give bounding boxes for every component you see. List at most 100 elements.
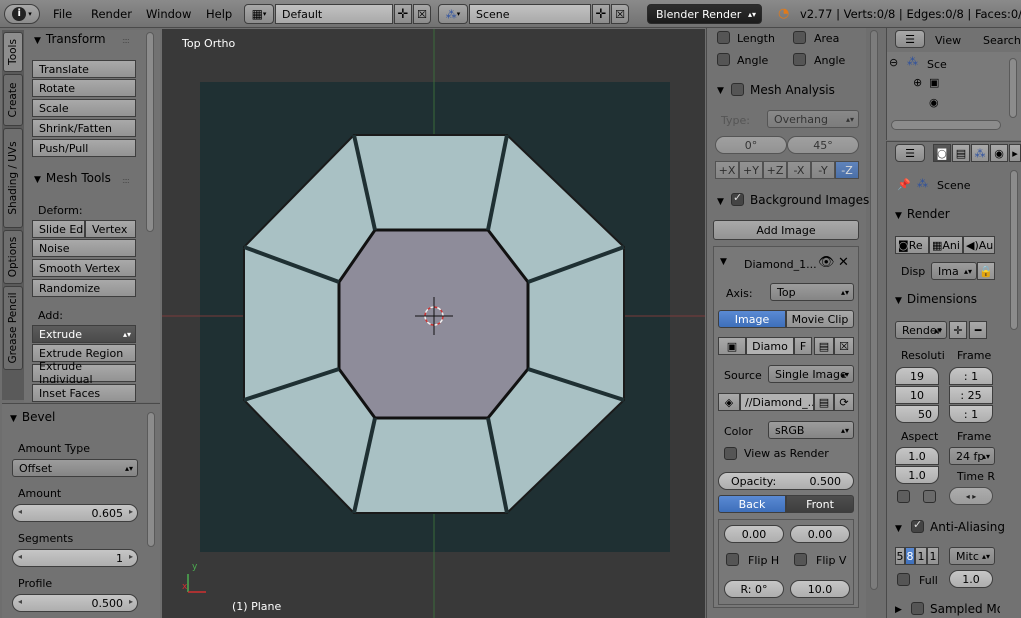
menu-help[interactable]: Help [206,7,232,21]
menu-file[interactable]: File [53,7,72,21]
layout-name-field[interactable]: Default [275,4,393,24]
n-panel-scrollbar[interactable] [870,30,878,590]
border-checkbox[interactable] [923,490,936,503]
front-button[interactable]: Front [786,495,854,513]
display-mode-select[interactable]: Ima ▴▾ [931,262,977,280]
search-menu[interactable]: Search [983,34,1021,47]
flip-v-checkbox[interactable] [794,553,807,566]
menu-render[interactable]: Render [91,7,132,21]
render-layers-tab-icon[interactable]: ▤ [952,144,970,162]
arrow-left-icon[interactable]: ◂ [18,597,22,606]
open-folder-icon[interactable]: ▤ [814,393,834,411]
pin-icon[interactable]: 📌 [897,178,911,191]
render-engine-select[interactable]: Blender Render ▴▾ [647,4,762,24]
aa-samples-11[interactable]: 1 [915,547,927,565]
view-menu[interactable]: View [935,34,961,47]
rotate-button[interactable]: Rotate [32,79,136,97]
size-field[interactable]: 10.0 [790,580,850,598]
mesh-analysis-header[interactable]: ▼ [717,82,729,96]
aa-samples-5[interactable]: 5 [895,547,905,565]
file-icon[interactable]: ◈ [718,393,740,411]
scene-icon-button[interactable]: ⁂ ▾ [438,4,468,24]
reload-icon[interactable]: ⟳ [834,393,854,411]
face-angle-checkbox[interactable] [793,53,806,66]
smooth-vertex-button[interactable]: Smooth Vertex [32,259,136,277]
expand-icon[interactable]: ⊕ [913,76,922,89]
frame-end-field[interactable]: : 25 [949,386,993,404]
mesh-analysis-checkbox[interactable] [731,83,744,96]
full-sample-checkbox[interactable] [897,573,910,586]
angle-max-field[interactable]: 45° [787,136,859,154]
shrink-fatten-button[interactable]: Shrink/Fatten [32,119,136,137]
arrow-right-icon[interactable]: ▸ [129,552,133,561]
remove-layout-button[interactable]: ☒ [413,4,431,24]
render-animation-button[interactable]: ▦ Ani [929,236,963,254]
add-scene-button[interactable]: ✛ [592,4,610,24]
extrude-menu-button[interactable]: Extrude ▴▾ [32,325,136,343]
render-tab-camera-icon[interactable]: ◙ [933,144,951,162]
bevel-panel-header[interactable]: ▼ Bevel [10,410,55,424]
add-image-button[interactable]: Add Image [713,220,859,240]
aa-filter-select[interactable]: Mitc ▴▾ [949,547,995,565]
axis-pz-button[interactable]: +Z [763,161,787,179]
tab-create[interactable]: Create [3,74,23,126]
image-browse-button[interactable]: ▣ [718,337,746,355]
lock-icon[interactable]: 🔒 [977,262,995,280]
scene-tab-icon[interactable]: ⁂ [971,144,989,162]
scene-name-field[interactable]: Scene [469,4,591,24]
resolution-x-field[interactable]: 19 [895,367,939,385]
axis-nx-button[interactable]: -X [787,161,811,179]
close-icon[interactable]: ✕ [838,255,849,270]
collapse-triangle-icon[interactable]: ▼ [720,257,727,267]
file-path-field[interactable]: //Diamond_... [740,393,814,411]
aa-samples-16[interactable]: 1 [927,547,939,565]
randomize-button[interactable]: Randomize [32,279,136,297]
tab-movie-clip[interactable]: Movie Clip [786,310,854,328]
axis-select[interactable]: Top ▴▾ [770,283,854,301]
profile-field[interactable]: ◂ 0.500 ▸ [12,594,138,612]
analysis-type-select[interactable]: Overhang ▴▾ [767,110,859,128]
frame-start-field[interactable]: : 1 [949,367,993,385]
drag-grip-icon[interactable]: :::: [122,176,130,185]
close-icon[interactable]: ☒ [834,337,854,355]
3d-viewport[interactable]: y x Top Ortho (1) Plane [162,29,705,618]
back-button[interactable]: Back [718,495,786,513]
outliner-vscrollbar[interactable] [1009,58,1017,118]
rotation-field[interactable]: R: 0° [724,580,784,598]
render-image-button[interactable]: ◙ Re [895,236,929,254]
tab-shading-uvs[interactable]: Shading / UVs [3,128,23,228]
sampled-motion-header[interactable]: ▶ [895,601,907,615]
offset-y-field[interactable]: 0.00 [790,525,850,543]
tab-tools[interactable]: Tools [3,32,23,72]
aspect-y-field[interactable]: 1.0 [895,466,939,484]
axis-py-button[interactable]: +Y [739,161,763,179]
opacity-field[interactable]: Opacity: 0.500 [718,472,854,490]
aa-samples-8[interactable]: 8 [905,547,915,565]
sampled-motion-checkbox[interactable] [911,602,924,615]
add-preset-button[interactable]: ✛ [949,321,967,339]
arrow-right-icon[interactable]: ▸ [129,597,133,606]
angle-min-field[interactable]: 0° [715,136,787,154]
arrow-left-icon[interactable]: ◂ [18,552,22,561]
resolution-y-field[interactable]: 10 [895,386,939,404]
arrow-right-icon[interactable]: ▸ [129,507,133,516]
editor-type-button[interactable]: i ▾ [4,4,40,24]
amount-field[interactable]: ◂ 0.605 ▸ [12,504,138,522]
object-tab-icon[interactable]: ▸ [1009,144,1021,162]
render-preset-select[interactable]: Render ▴▾ [895,321,947,339]
tab-options[interactable]: Options [3,230,23,284]
add-layout-button[interactable]: ✛ [394,4,412,24]
anti-aliasing-checkbox[interactable] [911,518,924,533]
tab-grease-pencil[interactable]: Grease Pencil [3,286,23,370]
eye-icon[interactable]: 👁 [818,255,835,270]
remove-scene-button[interactable]: ☒ [611,4,629,24]
axis-px-button[interactable]: +X [715,161,739,179]
resolution-percent-field[interactable]: 50 [895,405,939,423]
properties-scrollbar[interactable] [1010,170,1018,330]
tool-shelf-scrollbar[interactable] [146,32,154,232]
view-as-render-checkbox[interactable] [724,447,737,460]
tab-image[interactable]: Image [718,310,786,328]
outliner-scene-label[interactable]: Sce [927,58,947,71]
aspect-x-field[interactable]: 1.0 [895,447,939,465]
length-checkbox[interactable] [717,31,730,44]
